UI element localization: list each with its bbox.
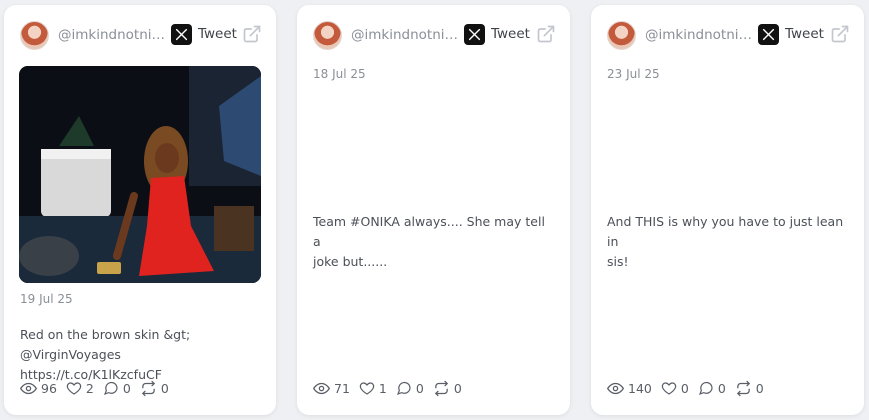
tweet-text-line: And THIS is why you have to just lean in bbox=[607, 214, 844, 249]
views-stat: 71 bbox=[313, 380, 350, 397]
tweet-photo[interactable] bbox=[19, 66, 261, 283]
tweet-text: Red on the brown skin &gt; @VirginVoyage… bbox=[20, 325, 260, 385]
tweet-header: @imkindnotnic... Tweet bbox=[20, 21, 262, 51]
comment-icon bbox=[698, 381, 713, 396]
retweets-count: 0 bbox=[453, 380, 462, 396]
x-logo-icon bbox=[758, 24, 779, 45]
tweet-date: 23 Jul 25 bbox=[607, 67, 660, 81]
replies-count: 0 bbox=[415, 380, 424, 396]
x-logo-icon bbox=[464, 24, 485, 45]
tweet-stats: 96 2 0 0 bbox=[20, 379, 178, 397]
tweet-stats: 71 1 0 0 bbox=[313, 379, 471, 397]
retweet-icon bbox=[736, 380, 750, 396]
heart-icon bbox=[66, 382, 82, 395]
author-handle[interactable]: @imkindnotnic... bbox=[351, 27, 459, 43]
heart-icon bbox=[661, 382, 677, 395]
tweet-label: Tweet bbox=[491, 26, 530, 42]
author-handle[interactable]: @imkindnotnic... bbox=[58, 27, 166, 43]
external-link-icon[interactable] bbox=[830, 24, 850, 44]
author-handle[interactable]: @imkindnotnic... bbox=[645, 27, 753, 43]
likes-stat[interactable]: 0 bbox=[661, 380, 689, 396]
external-link-icon[interactable] bbox=[536, 24, 556, 44]
retweet-icon bbox=[142, 380, 155, 396]
tweet-header: @imkindnotnic... Tweet bbox=[313, 21, 556, 51]
retweets-stat[interactable]: 0 bbox=[735, 380, 764, 397]
retweets-count: 0 bbox=[160, 380, 169, 396]
avatar[interactable] bbox=[20, 21, 49, 50]
eye-icon bbox=[313, 382, 330, 394]
x-logo-icon bbox=[171, 24, 192, 45]
likes-stat[interactable]: 2 bbox=[66, 380, 94, 396]
tweet-card[interactable]: @imkindnotnic... Tweet 19 Jul 25 Red on … bbox=[4, 5, 276, 415]
replies-count: 0 bbox=[717, 380, 726, 396]
replies-stat[interactable]: 0 bbox=[396, 380, 424, 396]
retweet-icon bbox=[435, 380, 448, 396]
eye-icon bbox=[20, 382, 37, 394]
tweet-text-line: sis! bbox=[607, 254, 629, 269]
heart-icon bbox=[359, 382, 375, 395]
likes-count: 2 bbox=[85, 380, 94, 396]
views-count: 71 bbox=[334, 380, 350, 396]
views-count: 96 bbox=[41, 380, 57, 396]
tweet-text-line: Red on the brown skin &gt; bbox=[20, 327, 191, 342]
replies-count: 0 bbox=[122, 380, 131, 396]
tweet-date: 18 Jul 25 bbox=[313, 67, 366, 81]
tweet-text-line: Team #ONIKA always.... She may tell a bbox=[313, 214, 545, 249]
tweet-stats: 140 0 0 0 bbox=[607, 379, 773, 397]
avatar[interactable] bbox=[313, 21, 342, 50]
eye-icon bbox=[607, 382, 624, 394]
retweets-stat[interactable]: 0 bbox=[140, 380, 169, 397]
retweets-count: 0 bbox=[755, 380, 764, 396]
comment-icon bbox=[396, 381, 411, 396]
likes-count: 0 bbox=[680, 380, 689, 396]
tweet-text-line: joke but...... bbox=[313, 254, 388, 269]
retweets-stat[interactable]: 0 bbox=[433, 380, 462, 397]
tweet-text: Team #ONIKA always.... She may tell a jo… bbox=[313, 212, 554, 272]
views-count: 140 bbox=[628, 380, 652, 396]
tweet-label: Tweet bbox=[198, 26, 237, 42]
replies-stat[interactable]: 0 bbox=[698, 380, 726, 396]
tweet-date: 19 Jul 25 bbox=[20, 292, 73, 306]
external-link-icon[interactable] bbox=[242, 24, 262, 44]
tweet-card[interactable]: @imkindnotnic... Tweet 23 Jul 25 And THI… bbox=[591, 5, 864, 415]
replies-stat[interactable]: 0 bbox=[103, 380, 131, 396]
likes-count: 1 bbox=[378, 380, 387, 396]
views-stat: 140 bbox=[607, 380, 652, 397]
likes-stat[interactable]: 1 bbox=[359, 380, 387, 396]
views-stat: 96 bbox=[20, 380, 57, 397]
tweet-text: And THIS is why you have to just lean in… bbox=[607, 212, 848, 272]
tweet-card[interactable]: @imkindnotnic... Tweet 18 Jul 25 Team #O… bbox=[297, 5, 570, 415]
avatar[interactable] bbox=[607, 21, 636, 50]
tweet-label: Tweet bbox=[785, 26, 824, 42]
comment-icon bbox=[103, 381, 118, 396]
tweet-header: @imkindnotnic... Tweet bbox=[607, 21, 850, 51]
